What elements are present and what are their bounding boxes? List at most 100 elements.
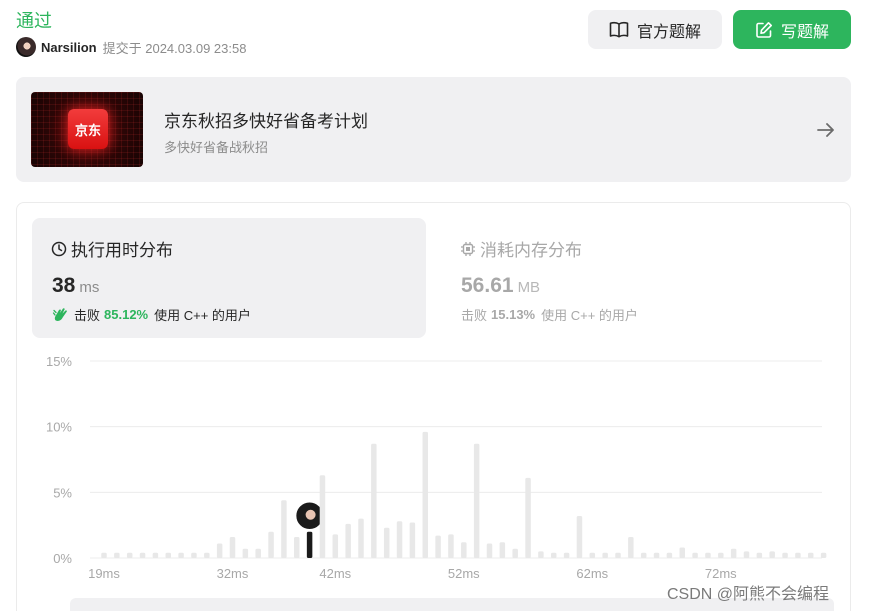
bar — [525, 477, 531, 558]
edit-icon — [756, 21, 772, 38]
write-solution-label: 写题解 — [780, 23, 829, 41]
bar — [191, 552, 197, 558]
bar — [473, 443, 480, 558]
bar — [383, 527, 390, 558]
arrow-right-icon[interactable] — [816, 120, 836, 140]
memory-unit: MB — [517, 279, 541, 296]
bar — [563, 552, 570, 558]
runtime-beat-suffix: 使用 C++ 的用户 — [154, 308, 251, 323]
bar — [371, 443, 377, 558]
bar — [461, 542, 467, 558]
bar — [705, 552, 711, 558]
y-tick-label: 0% — [53, 551, 72, 566]
bar — [409, 522, 416, 558]
y-tick-label: 10% — [46, 420, 72, 435]
bar — [653, 552, 660, 558]
x-tick-label: 52ms — [448, 566, 480, 581]
bar — [615, 552, 621, 558]
chip-icon — [461, 241, 475, 256]
bar — [281, 500, 287, 558]
bar-highlight — [306, 531, 313, 558]
bar — [332, 534, 339, 558]
bar — [718, 552, 724, 558]
memory-value: 56.61 MB — [461, 274, 540, 298]
bar — [782, 552, 788, 558]
runtime-title-label: 执行用时分布 — [71, 241, 173, 260]
bar — [679, 547, 685, 558]
official-solution-button[interactable]: 官方题解 — [588, 10, 722, 49]
memory-number: 56.61 — [461, 274, 514, 297]
memory-beat-suffix: 使用 C++ 的用户 — [541, 308, 638, 323]
y-tick-label: 5% — [53, 485, 72, 500]
bar — [795, 552, 801, 558]
submission-meta: Narsilion 提交于 2024.03.09 23:58 — [16, 37, 247, 57]
bar — [294, 536, 300, 558]
submission-status: 通过 — [16, 11, 52, 31]
submitted-time: 提交于 2024.03.09 23:58 — [102, 40, 247, 56]
bar — [486, 543, 493, 558]
x-tick-label: 32ms — [217, 566, 249, 581]
bar — [178, 552, 184, 558]
bar — [512, 548, 518, 558]
bar — [499, 542, 506, 558]
bar — [114, 552, 120, 558]
runtime-beat-label: 击败 — [74, 308, 101, 323]
official-solution-label: 官方题解 — [636, 23, 701, 41]
runtime-beat-percent: 85.12% — [104, 307, 149, 322]
bar — [666, 552, 673, 558]
bar — [165, 552, 171, 558]
memory-title-label: 消耗内存分布 — [480, 241, 582, 260]
clock-icon — [51, 241, 67, 256]
bar — [808, 552, 814, 558]
bar — [101, 552, 107, 558]
user-avatar-face — [305, 509, 316, 520]
memory-beat-label: 击败 — [461, 308, 488, 323]
bar — [628, 536, 634, 558]
bar — [602, 552, 608, 558]
banner-title: 京东秋招多快好省备考计划 — [164, 112, 368, 131]
clap-hands-icon — [52, 307, 67, 321]
avatar[interactable] — [16, 37, 36, 57]
bar — [358, 518, 364, 558]
bar — [255, 548, 261, 558]
bar — [204, 552, 210, 558]
bar — [589, 552, 596, 558]
bar — [345, 523, 351, 558]
bar — [152, 552, 159, 558]
bar — [820, 552, 827, 558]
bar — [769, 551, 775, 558]
bar — [538, 551, 544, 558]
runtime-unit: ms — [79, 279, 100, 296]
x-tick-label: 62ms — [576, 566, 608, 581]
bar — [640, 552, 647, 558]
x-tick-label: 42ms — [319, 566, 351, 581]
banner-image: 京东 — [31, 92, 143, 167]
memory-beat: 击败 15.13% 使用 C++ 的用户 — [461, 305, 638, 324]
bar — [268, 531, 274, 558]
bar — [242, 548, 249, 558]
write-solution-button[interactable]: 写题解 — [733, 10, 851, 49]
bar — [576, 515, 583, 558]
runtime-distribution-chart[interactable]: 15% 10% 5% 0% 19ms 32ms 42ms 52ms 62ms 72ms — [0, 340, 874, 590]
memory-beat-percent: 15.13% — [491, 307, 536, 322]
username[interactable]: Narsilion — [41, 40, 97, 55]
banner-subtitle: 多快好省备战秋招 — [164, 140, 269, 155]
promo-banner[interactable]: 京东 京东秋招多快好省备考计划 多快好省备战秋招 — [16, 77, 851, 182]
bar — [396, 521, 403, 558]
book-icon — [609, 21, 629, 37]
x-tick-label: 19ms — [88, 566, 120, 581]
bar — [730, 548, 737, 558]
memory-title[interactable]: 消耗内存分布 — [460, 236, 582, 261]
bar — [435, 535, 441, 558]
bar — [319, 475, 326, 558]
bar — [126, 552, 133, 558]
bar — [216, 543, 223, 558]
y-tick-label: 15% — [46, 354, 72, 369]
bar — [139, 552, 146, 558]
bar — [551, 552, 557, 558]
bar — [692, 552, 698, 558]
jd-logo: 京东 — [68, 109, 108, 149]
bar — [756, 552, 763, 558]
runtime-number: 38 — [52, 274, 76, 297]
bar — [229, 536, 236, 558]
